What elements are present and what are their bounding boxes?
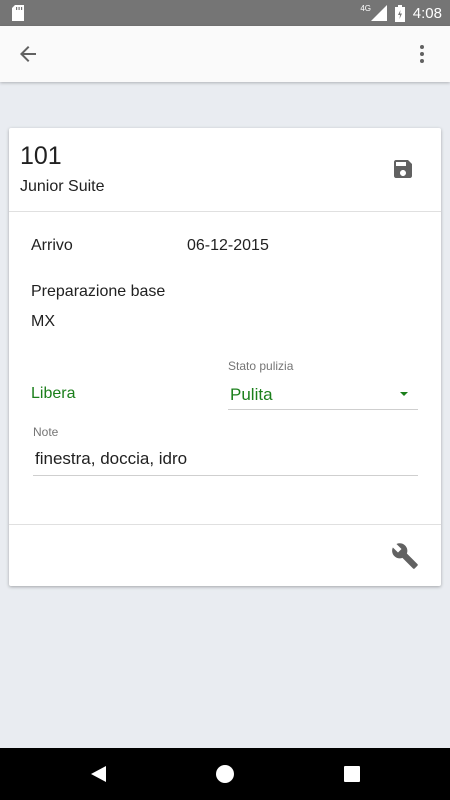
notes-label: Note xyxy=(33,425,59,439)
dropdown-arrow-icon xyxy=(400,392,408,396)
more-vert-icon[interactable] xyxy=(410,42,434,66)
room-number: 101 xyxy=(20,142,62,170)
nav-home-icon[interactable] xyxy=(215,764,235,784)
battery-icon xyxy=(394,4,405,22)
cleaning-label: Stato pulizia xyxy=(228,359,294,373)
wrench-icon[interactable] xyxy=(391,542,419,570)
cleaning-status-value: Pulita xyxy=(230,385,273,404)
room-type: Junior Suite xyxy=(20,178,105,195)
header-divider xyxy=(9,211,441,212)
nav-back-icon[interactable] xyxy=(88,764,108,784)
arrow-back-icon[interactable] xyxy=(16,42,40,66)
cleaning-status-select[interactable]: Pulita xyxy=(228,382,418,410)
availability-status: Libera xyxy=(31,385,76,402)
signal-icon xyxy=(370,5,387,21)
prep-label: Preparazione base xyxy=(31,283,166,300)
app-bar xyxy=(0,26,450,82)
arrival-label: Arrivo xyxy=(31,237,73,254)
status-bar: 4G 4:08 xyxy=(0,0,450,26)
footer-divider xyxy=(9,524,441,525)
nav-recents-icon[interactable] xyxy=(342,764,362,784)
room-card: 101 Junior Suite Arrivo 06-12-2015 Prepa… xyxy=(9,128,441,586)
clock: 4:08 xyxy=(412,4,442,22)
prep-value: MX xyxy=(31,313,55,330)
sd-card-icon xyxy=(12,5,24,21)
save-icon[interactable] xyxy=(391,157,415,181)
notes-field[interactable]: finestra, doccia, idro xyxy=(33,446,418,476)
notes-value: finestra, doccia, idro xyxy=(35,449,188,468)
arrival-date: 06-12-2015 xyxy=(187,237,269,254)
network-type: 4G xyxy=(360,4,371,13)
system-nav-bar xyxy=(0,748,450,800)
